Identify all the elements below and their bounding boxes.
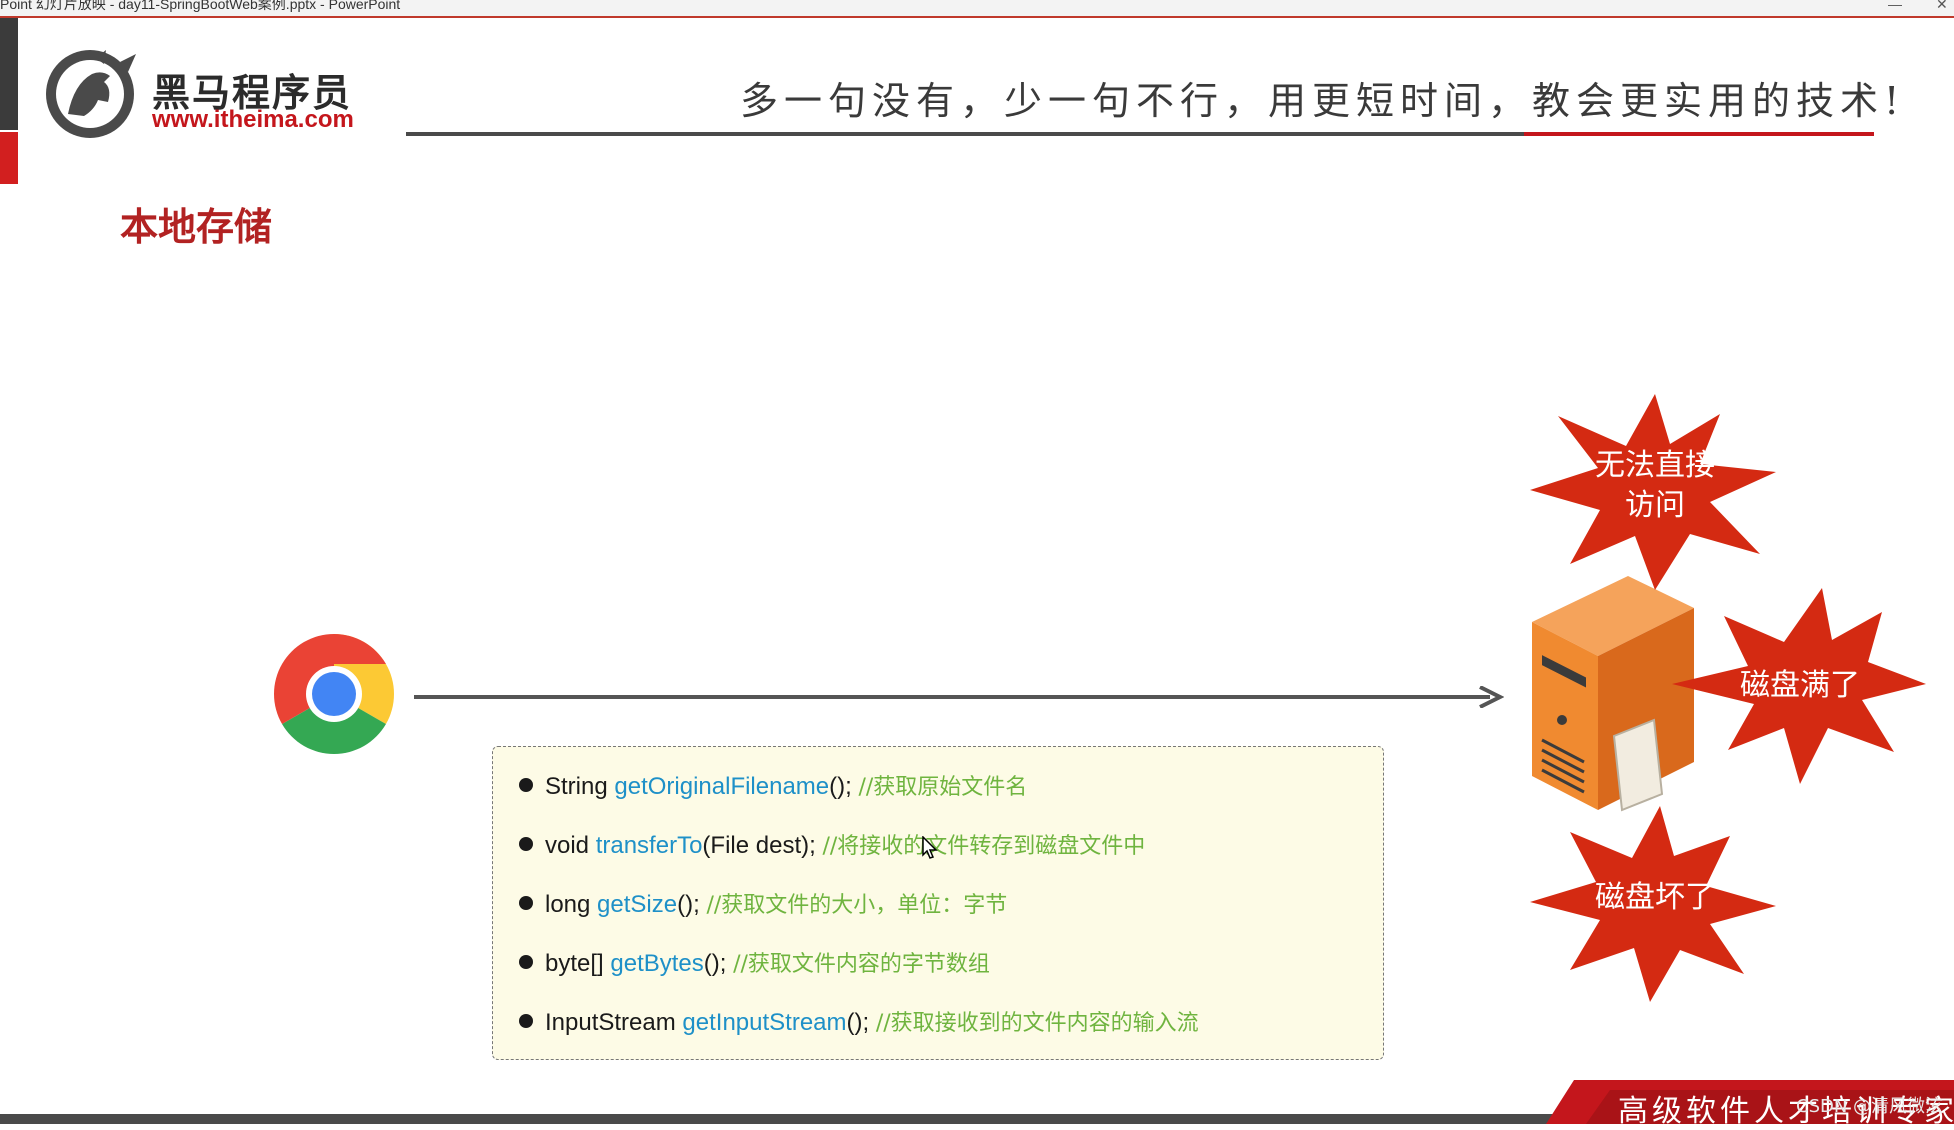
- method-item: InputStream getInputStream(); //获取接收到的文件…: [519, 1005, 1199, 1037]
- method-item: String getOriginalFilename(); //获取原始文件名: [519, 769, 1027, 801]
- close-icon[interactable]: ✕: [1936, 0, 1948, 11]
- window-titlebar: Point 幻灯片放映 - day11-SpringBootWeb案例.pptx…: [0, 0, 1954, 18]
- left-accent-bar-red: [0, 132, 18, 184]
- method-name: getOriginalFilename: [614, 773, 830, 800]
- method-name: getBytes: [610, 950, 704, 977]
- window-title: Point 幻灯片放映 - day11-SpringBootWeb案例.pptx…: [0, 0, 401, 12]
- left-accent-bar: [0, 18, 18, 130]
- method-args: ();: [703, 950, 727, 977]
- slide-title: 本地存储: [120, 205, 273, 249]
- upload-arrow: [414, 685, 1505, 709]
- method-comment: //获取接收到的文件内容的输入流: [875, 1011, 1199, 1036]
- itheima-logo-icon: [40, 44, 144, 140]
- burst-text: 磁盘满了: [1740, 668, 1860, 703]
- method-args: ();: [829, 773, 852, 800]
- method-item: long getSize(); //获取文件的大小，单位：字节: [519, 887, 1007, 919]
- method-item: void transferTo(File dest); //将接收的文件转存到磁…: [519, 828, 1145, 860]
- method-type: long: [545, 891, 591, 918]
- method-comment: //获取原始文件名: [858, 775, 1028, 800]
- minimize-icon[interactable]: —: [1888, 0, 1902, 11]
- header-rule: [406, 132, 1526, 136]
- bullet-icon: [519, 836, 533, 851]
- burst-text: 磁盘坏了: [1595, 880, 1715, 915]
- warning-burst-disk-full: 磁盘满了: [1672, 588, 1928, 784]
- method-type: String: [545, 773, 608, 800]
- csdn-watermark: CSDN @清风微泫: [1796, 1096, 1944, 1117]
- warning-burst-disk-broken: 磁盘坏了: [1530, 806, 1780, 1002]
- method-type: InputStream: [545, 1009, 676, 1036]
- method-comment: //获取文件的大小，单位：字节: [706, 893, 1008, 918]
- method-args: ();: [846, 1009, 870, 1036]
- method-name: transferTo: [595, 832, 703, 859]
- method-comment: //将接收的文件转存到磁盘文件中: [822, 834, 1146, 859]
- bullet-icon: [519, 777, 533, 792]
- bullet-icon: [519, 895, 533, 910]
- burst-text-line1: 无法直接: [1595, 448, 1715, 483]
- header-slogan: 多一句没有，少一句不行，用更短时间，教会更实用的技术!: [740, 79, 1906, 123]
- brand-url: www.itheima.com: [152, 106, 354, 133]
- bullet-icon: [519, 954, 533, 969]
- warning-burst-no-direct-access: 无法直接 访问: [1530, 394, 1780, 590]
- method-list-box: String getOriginalFilename(); //获取原始文件名 …: [492, 746, 1384, 1060]
- method-type: void: [545, 832, 590, 859]
- method-comment: //获取文件内容的字节数组: [733, 952, 990, 977]
- bullet-icon: [519, 1013, 533, 1028]
- method-args: ();: [677, 891, 700, 918]
- chrome-browser-icon: [272, 632, 396, 756]
- header-rule-accent: [1524, 132, 1874, 136]
- burst-text-line2: 访问: [1625, 488, 1685, 523]
- method-name: getInputStream: [682, 1009, 847, 1036]
- mouse-pointer-icon: [922, 835, 938, 860]
- method-name: getSize: [597, 891, 678, 918]
- method-item: byte[] getBytes(); //获取文件内容的字节数组: [519, 946, 990, 978]
- method-type: byte[]: [545, 950, 604, 977]
- method-args: (File dest);: [702, 832, 816, 859]
